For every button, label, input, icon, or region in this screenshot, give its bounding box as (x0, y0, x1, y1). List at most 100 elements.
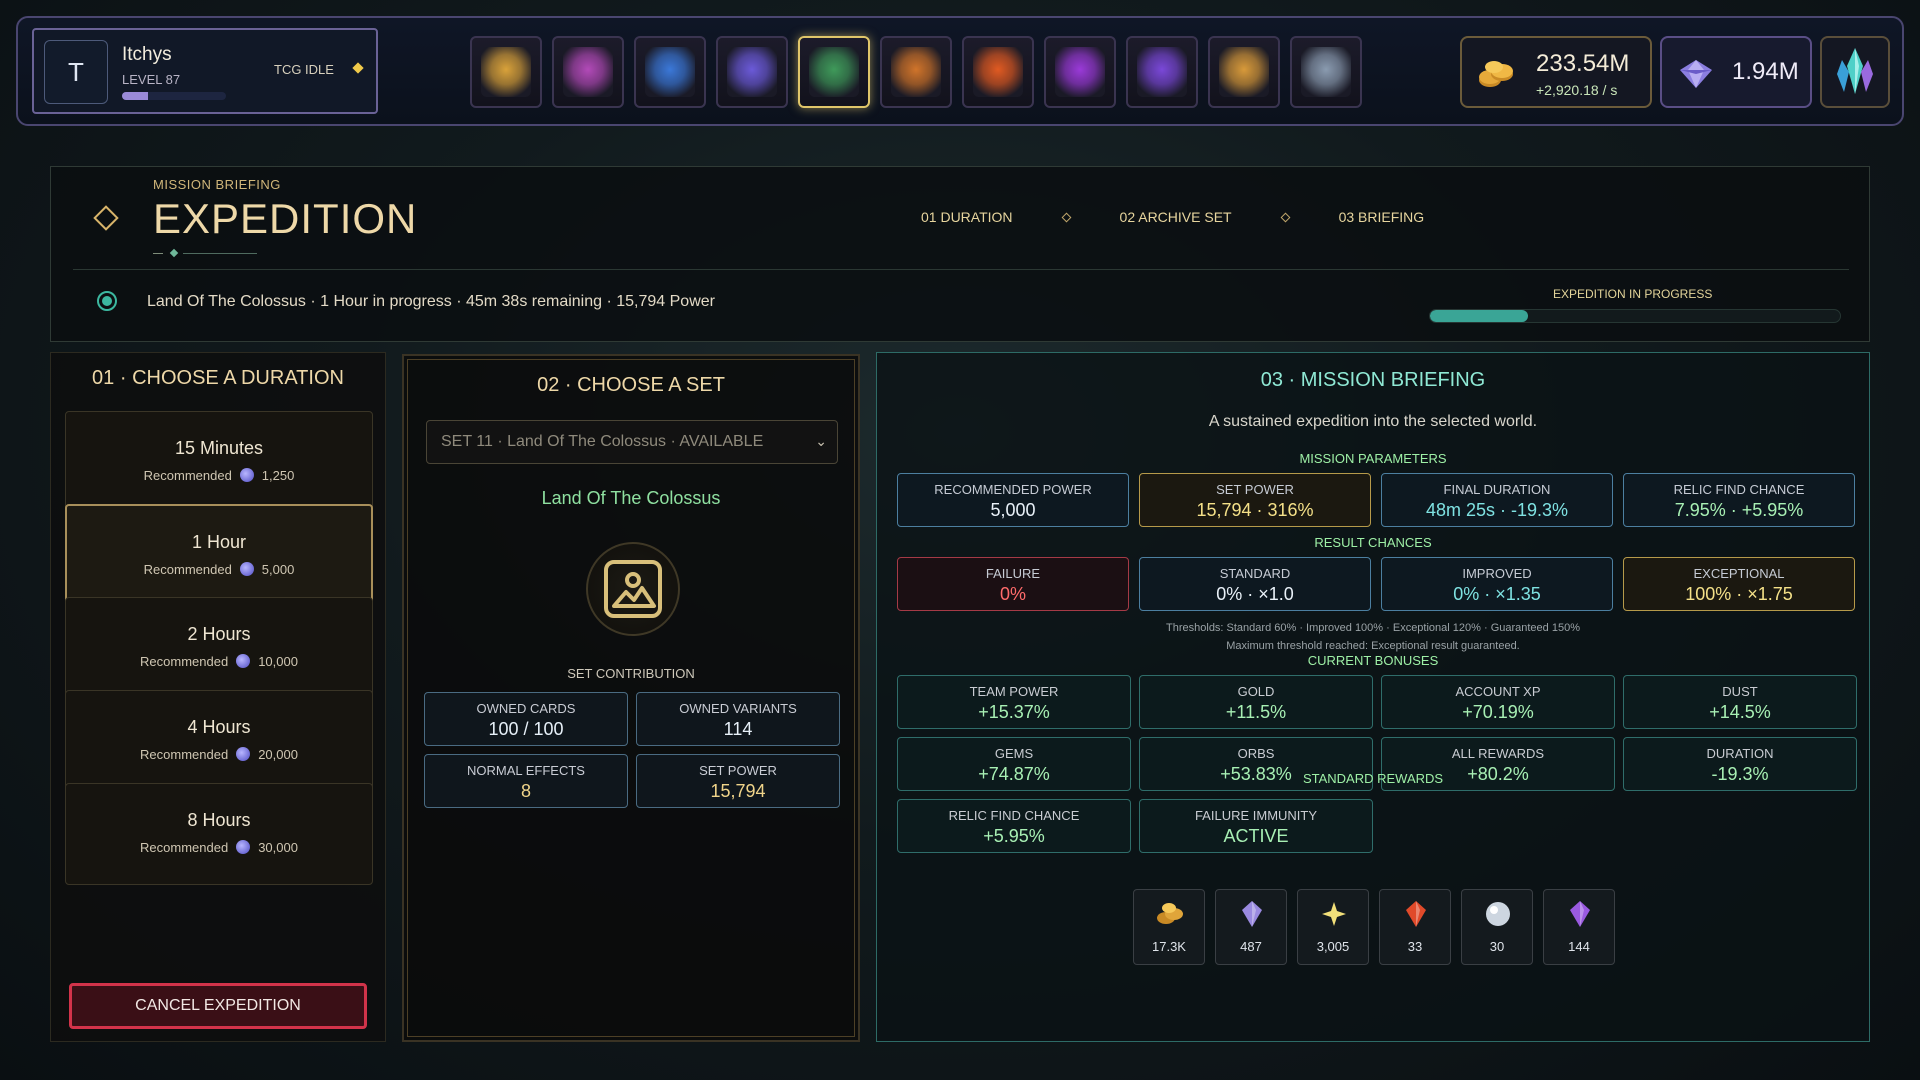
gold-resource: 233.54M +2,920.18 / s (1460, 36, 1652, 108)
failure-chance-card: FAILURE 0% (897, 557, 1129, 611)
recommended-label: Recommended (143, 562, 232, 577)
recommended-power-card: RECOMMENDED POWER 5,000 (897, 473, 1129, 527)
reward-item: 3,005 (1297, 889, 1369, 965)
step-briefing[interactable]: 03 BRIEFING (1339, 209, 1425, 225)
recommended-power: Recommended 20,000 (66, 747, 372, 762)
card-label: IMPROVED (1462, 566, 1532, 581)
nav-button-castle[interactable] (470, 36, 542, 108)
nav-button-trophy[interactable] (1208, 36, 1280, 108)
step-duration[interactable]: 01 DURATION (921, 209, 1013, 225)
power-orb-icon (236, 747, 251, 761)
duration-option[interactable]: 4 Hours Recommended 20,000 (65, 690, 373, 792)
bonus-card: GOLD +11.5% (1139, 675, 1373, 729)
bonus-card: ACCOUNT XP +70.19% (1381, 675, 1615, 729)
reward-count: 30 (1489, 939, 1505, 954)
recommended-label: Recommended (143, 468, 232, 483)
gold-coins-icon (1479, 61, 1513, 87)
nav-button-settings-gear[interactable] (1290, 36, 1362, 108)
recommended-value: 10,000 (258, 654, 298, 669)
stat-label: NORMAL EFFECTS (467, 763, 585, 778)
xp-bar-fill (122, 92, 148, 100)
bonus-card: TEAM POWER +15.37% (897, 675, 1131, 729)
progress-label: EXPEDITION IN PROGRESS (1553, 287, 1713, 301)
stat-value: 114 (723, 719, 753, 739)
nav-button-scroll-map[interactable] (634, 36, 706, 108)
duration-name: 4 Hours (187, 717, 251, 737)
gold-coins-icon (1157, 903, 1183, 924)
normal-effects-stat: NORMAL EFFECTS 8 (424, 754, 628, 808)
reward-item: 30 (1461, 889, 1533, 965)
nav-button-relic-dome[interactable] (880, 36, 952, 108)
bonus-value: +70.19% (1462, 702, 1534, 722)
crystal-shop-button[interactable] (1820, 36, 1890, 108)
nav-button-card-pack[interactable] (552, 36, 624, 108)
card-value: 100% · ×1.75 (1685, 584, 1793, 604)
gem-amount: 1.94M (1732, 58, 1799, 85)
card-label: RELIC FIND CHANCE (1673, 482, 1805, 497)
duration-option[interactable]: 8 Hours Recommended 30,000 (65, 783, 373, 885)
step-indicator: 01 DURATION 02 ARCHIVE SET 03 BRIEFING (921, 209, 1424, 225)
card-value: 15,794 · 316% (1196, 500, 1314, 520)
thresholds-text: Thresholds: Standard 60% · Improved 100%… (1166, 622, 1580, 634)
nav-button-constellation[interactable] (1044, 36, 1116, 108)
power-orb-icon (239, 562, 254, 576)
header-kicker: MISSION BRIEFING (153, 177, 281, 192)
owned-cards-stat: OWNED CARDS 100 / 100 (424, 692, 628, 746)
reward-item: 487 (1215, 889, 1287, 965)
gold-amount: 233.54M (1536, 50, 1630, 77)
current-bonuses-label: CURRENT BONUSES (1307, 653, 1439, 668)
card-label: STANDARD (1219, 566, 1291, 581)
set-contribution-label: SET CONTRIBUTION (567, 666, 695, 681)
expedition-header: MISSION BRIEFING EXPEDITION 01 DURATION … (50, 166, 1870, 342)
nav-button-expedition-compass[interactable] (798, 36, 870, 108)
duration-option[interactable]: 1 Hour Recommended 5,000 (65, 504, 373, 606)
card-value: 5,000 (990, 500, 1036, 520)
diamond-icon (352, 62, 364, 74)
card-value: 7.95% · +5.95% (1674, 500, 1804, 520)
step-archive-set[interactable]: 02 ARCHIVE SET (1120, 209, 1232, 225)
reward-item: 33 (1379, 889, 1451, 965)
reward-item: 144 (1543, 889, 1615, 965)
nav-button-crystal-sword[interactable] (716, 36, 788, 108)
bonus-value: +11.5% (1225, 702, 1287, 722)
avatar[interactable]: T (44, 40, 108, 104)
card-label: FINAL DURATION (1443, 482, 1551, 497)
bonus-label: TEAM POWER (969, 684, 1059, 699)
set-image (586, 542, 680, 636)
stats-chart-icon (1137, 47, 1187, 97)
crystal-sword-icon (727, 47, 777, 97)
gem-resource: 1.94M (1660, 36, 1812, 108)
bonus-label: FAILURE IMMUNITY (1194, 808, 1318, 823)
set-select[interactable]: SET 11 · Land Of The Colossus · AVAILABL… (426, 420, 838, 464)
stat-label: SET POWER (699, 763, 777, 778)
recommended-label: Recommended (140, 840, 229, 855)
duration-option[interactable]: 15 Minutes Recommended 1,250 (65, 411, 373, 513)
duration-option[interactable]: 2 Hours Recommended 10,000 (65, 597, 373, 699)
recommended-power: Recommended 1,250 (66, 468, 372, 483)
bonus-card: RELIC FIND CHANCE +5.95% (897, 799, 1131, 853)
player-level: LEVEL 87 (122, 72, 181, 87)
standard-rewards-label: STANDARD REWARDS (1302, 771, 1444, 786)
stat-label: OWNED CARDS (476, 701, 576, 716)
briefing-panel: 03 · MISSION BRIEFING A sustained expedi… (876, 352, 1870, 1042)
bonus-label: GEMS (994, 746, 1034, 761)
crystal-icon (1837, 48, 1873, 94)
divider (73, 269, 1849, 270)
owned-variants-stat: OWNED VARIANTS 114 (636, 692, 840, 746)
improved-chance-card: IMPROVED 0% · ×1.35 (1381, 557, 1613, 611)
briefing-title: 03 · MISSION BRIEFING (1260, 369, 1486, 391)
nav-button-stats-chart[interactable] (1126, 36, 1198, 108)
card-label: EXCEPTIONAL (1693, 566, 1785, 581)
scroll-map-icon (645, 47, 695, 97)
page-title: EXPEDITION (153, 195, 418, 242)
cancel-expedition-button[interactable]: CANCEL EXPEDITION (69, 983, 367, 1029)
xp-bar (122, 92, 226, 100)
player-profile[interactable]: T Itchys LEVEL 87 TCG IDLE (32, 28, 378, 114)
top-bar: T Itchys LEVEL 87 TCG IDLE 233.54M +2,92… (16, 16, 1904, 126)
nav-button-forge-anvil[interactable] (962, 36, 1034, 108)
card-value: 48m 25s · -19.3% (1425, 500, 1569, 520)
gem-icon (1680, 60, 1712, 88)
relic-dome-icon (891, 47, 941, 97)
reward-count: 144 (1568, 939, 1590, 954)
relic-find-chance-card: RELIC FIND CHANCE 7.95% · +5.95% (1623, 473, 1855, 527)
